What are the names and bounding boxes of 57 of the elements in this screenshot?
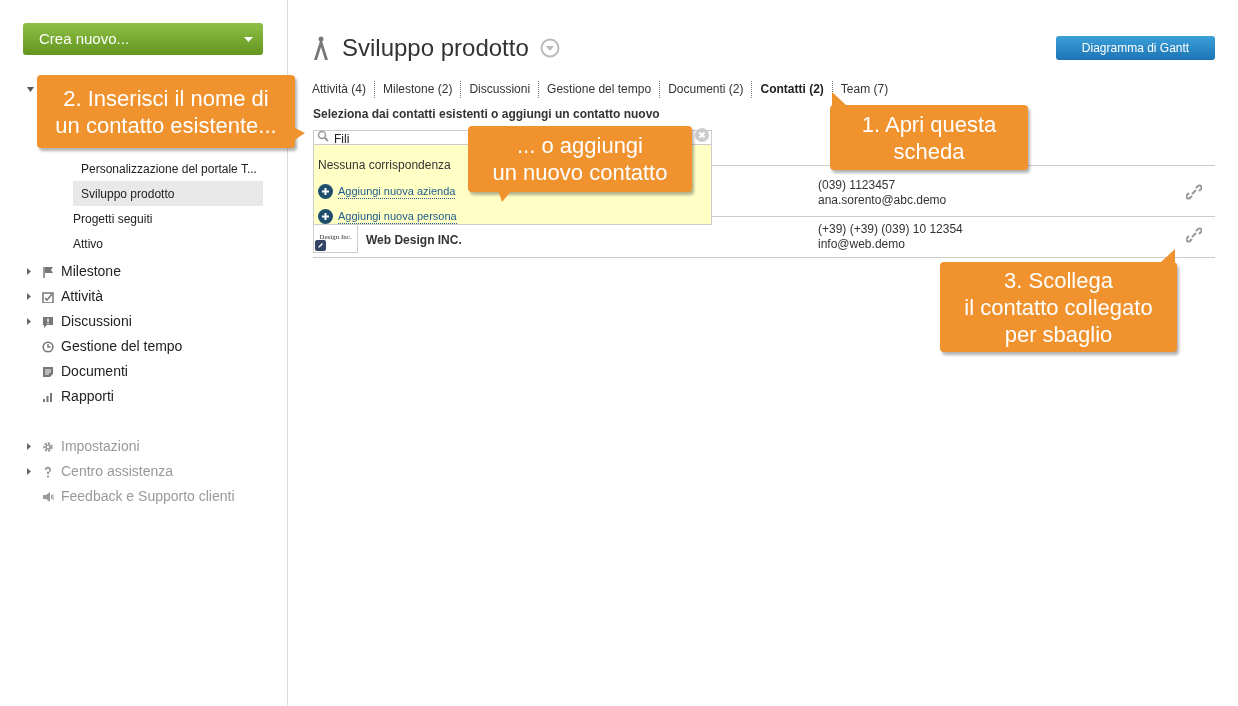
tree-item[interactable]: Progetti seguiti xyxy=(73,206,263,231)
expand-arrow-icon[interactable] xyxy=(27,293,31,300)
picker-label: Seleziona dai contatti esistenti o aggiungi un contatto nuovo xyxy=(313,107,661,121)
plus-icon xyxy=(318,209,333,224)
tooltip-pointer xyxy=(832,92,846,106)
caret-icon xyxy=(244,36,253,42)
nav-item[interactable]: Attività xyxy=(61,286,103,307)
gear-icon xyxy=(42,440,54,453)
callout-tooltip: 1. Apri questa scheda xyxy=(830,105,1028,170)
nav-item[interactable]: Milestone xyxy=(61,261,121,282)
tree-item[interactable]: Attivo xyxy=(73,231,263,256)
tab[interactable]: Documenti (2) xyxy=(668,80,744,98)
tooltip-pointer xyxy=(498,190,512,204)
callout-tooltip: ... o aggiungi un nuovo contatto xyxy=(468,126,692,192)
flag-icon xyxy=(42,265,54,278)
tab[interactable]: Team (7) xyxy=(840,80,889,98)
alert-bubble-icon xyxy=(42,315,54,328)
link-icon[interactable] xyxy=(1186,227,1202,243)
no-match-text: Nessuna corrispondenza xyxy=(318,157,451,174)
tooltip-pointer xyxy=(293,127,307,141)
contact-phone: (039) 1123457 xyxy=(818,178,897,193)
expanded-caret-icon xyxy=(27,87,34,92)
nav-item[interactable]: Rapporti xyxy=(61,386,114,407)
compass-icon xyxy=(313,36,329,60)
contact-email: info@web.demo xyxy=(818,237,906,252)
tooltip-pointer xyxy=(1161,249,1175,263)
add-link[interactable]: Aggiungi nuova azienda xyxy=(338,184,456,199)
plus-icon xyxy=(318,184,333,199)
add-link[interactable]: Aggiungi nuova persona xyxy=(338,209,457,224)
bar-chart-icon xyxy=(42,390,54,403)
callout-tooltip: 2. Inserisci il nome di un contatto esistente... xyxy=(37,75,295,148)
contact-email: ana.sorento@abc.demo xyxy=(818,193,947,208)
tab[interactable]: Contatti (2) xyxy=(760,80,824,98)
nav-item[interactable]: Discussioni xyxy=(61,311,132,332)
nav-item[interactable]: Gestione del tempo xyxy=(61,336,183,357)
contact-name: Web Design INC. xyxy=(366,232,462,249)
contact-phone: (+39) (+39) (039) 10 12354 xyxy=(818,222,963,237)
tree-item[interactable]: Sviluppo prodotto xyxy=(73,181,263,206)
tree-item[interactable]: Personalizzazione del portale T... xyxy=(73,156,263,181)
tab[interactable]: Milestone (2) xyxy=(383,80,453,98)
expand-arrow-icon[interactable] xyxy=(27,268,31,275)
callout-tooltip: 3. Scollega il contatto collegato per sbaglio xyxy=(940,262,1177,352)
tab[interactable]: Discussioni xyxy=(469,80,531,98)
expand-arrow-icon[interactable] xyxy=(27,318,31,325)
edit-icon[interactable] xyxy=(315,240,326,251)
question-icon xyxy=(42,465,54,478)
tab[interactable]: Gestione del tempo xyxy=(547,80,652,98)
page-title: Sviluppo prodotto xyxy=(342,33,529,63)
clock-icon xyxy=(42,340,54,353)
gantt-chart-button[interactable]: Diagramma di Gantt xyxy=(1056,36,1215,60)
document-icon xyxy=(42,365,54,378)
link-icon[interactable] xyxy=(1186,184,1202,200)
tab[interactable]: Attività (4) xyxy=(312,80,366,98)
nav-item[interactable]: Documenti xyxy=(61,361,128,382)
checkbox-icon xyxy=(42,290,54,303)
search-icon xyxy=(317,130,329,142)
megaphone-icon xyxy=(42,490,54,503)
